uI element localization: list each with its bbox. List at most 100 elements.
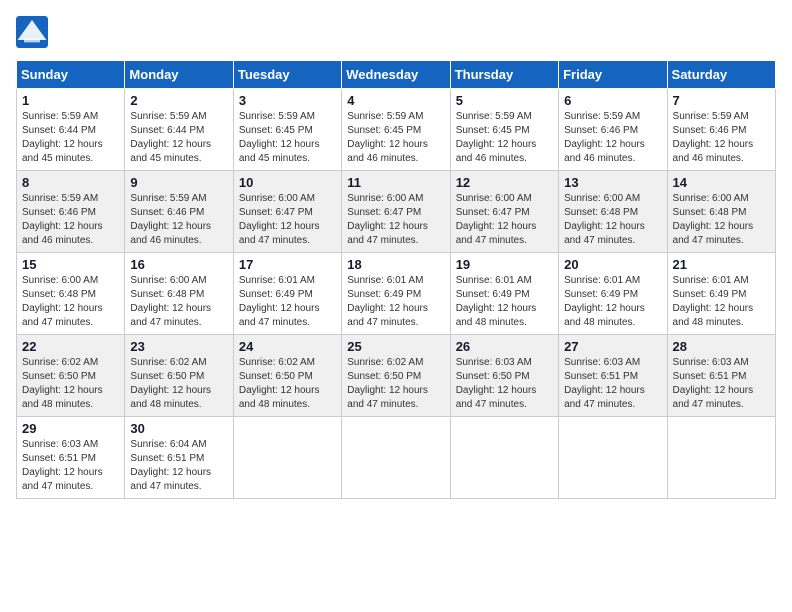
day-number: 17: [239, 257, 336, 272]
day-number: 2: [130, 93, 227, 108]
empty-cell: [450, 417, 558, 499]
day-number: 20: [564, 257, 661, 272]
day-cell-12: 12 Sunrise: 6:00 AMSunset: 6:47 PMDaylig…: [450, 171, 558, 253]
day-info: Sunrise: 5:59 AMSunset: 6:44 PMDaylight:…: [130, 111, 211, 164]
calendar: Sunday Monday Tuesday Wednesday Thursday…: [16, 60, 776, 499]
week-row-2: 8 Sunrise: 5:59 AMSunset: 6:46 PMDayligh…: [17, 171, 776, 253]
col-wednesday: Wednesday: [342, 61, 450, 89]
day-cell-2: 2 Sunrise: 5:59 AMSunset: 6:44 PMDayligh…: [125, 89, 233, 171]
day-info: Sunrise: 5:59 AMSunset: 6:44 PMDaylight:…: [22, 111, 103, 164]
day-cell-22: 22 Sunrise: 6:02 AMSunset: 6:50 PMDaylig…: [17, 335, 125, 417]
empty-cell: [342, 417, 450, 499]
day-info: Sunrise: 5:59 AMSunset: 6:46 PMDaylight:…: [564, 111, 645, 164]
day-info: Sunrise: 6:00 AMSunset: 6:48 PMDaylight:…: [130, 275, 211, 328]
day-info: Sunrise: 5:59 AMSunset: 6:45 PMDaylight:…: [239, 111, 320, 164]
day-cell-23: 23 Sunrise: 6:02 AMSunset: 6:50 PMDaylig…: [125, 335, 233, 417]
day-cell-14: 14 Sunrise: 6:00 AMSunset: 6:48 PMDaylig…: [667, 171, 775, 253]
week-row-5: 29 Sunrise: 6:03 AMSunset: 6:51 PMDaylig…: [17, 417, 776, 499]
day-number: 28: [673, 339, 770, 354]
day-cell-25: 25 Sunrise: 6:02 AMSunset: 6:50 PMDaylig…: [342, 335, 450, 417]
day-info: Sunrise: 5:59 AMSunset: 6:45 PMDaylight:…: [347, 111, 428, 164]
day-info: Sunrise: 6:01 AMSunset: 6:49 PMDaylight:…: [673, 275, 754, 328]
day-number: 24: [239, 339, 336, 354]
empty-cell: [559, 417, 667, 499]
day-info: Sunrise: 6:00 AMSunset: 6:48 PMDaylight:…: [673, 193, 754, 246]
header-row: Sunday Monday Tuesday Wednesday Thursday…: [17, 61, 776, 89]
day-info: Sunrise: 6:04 AMSunset: 6:51 PMDaylight:…: [130, 439, 211, 492]
day-number: 10: [239, 175, 336, 190]
day-number: 7: [673, 93, 770, 108]
week-row-3: 15 Sunrise: 6:00 AMSunset: 6:48 PMDaylig…: [17, 253, 776, 335]
day-number: 16: [130, 257, 227, 272]
day-number: 12: [456, 175, 553, 190]
day-number: 5: [456, 93, 553, 108]
day-cell-5: 5 Sunrise: 5:59 AMSunset: 6:45 PMDayligh…: [450, 89, 558, 171]
day-cell-27: 27 Sunrise: 6:03 AMSunset: 6:51 PMDaylig…: [559, 335, 667, 417]
day-info: Sunrise: 6:01 AMSunset: 6:49 PMDaylight:…: [456, 275, 537, 328]
day-cell-19: 19 Sunrise: 6:01 AMSunset: 6:49 PMDaylig…: [450, 253, 558, 335]
day-cell-9: 9 Sunrise: 5:59 AMSunset: 6:46 PMDayligh…: [125, 171, 233, 253]
day-cell-11: 11 Sunrise: 6:00 AMSunset: 6:47 PMDaylig…: [342, 171, 450, 253]
day-info: Sunrise: 6:03 AMSunset: 6:51 PMDaylight:…: [564, 357, 645, 410]
logo-icon: [16, 16, 48, 48]
day-cell-28: 28 Sunrise: 6:03 AMSunset: 6:51 PMDaylig…: [667, 335, 775, 417]
day-cell-1: 1 Sunrise: 5:59 AMSunset: 6:44 PMDayligh…: [17, 89, 125, 171]
day-cell-4: 4 Sunrise: 5:59 AMSunset: 6:45 PMDayligh…: [342, 89, 450, 171]
day-number: 15: [22, 257, 119, 272]
day-number: 4: [347, 93, 444, 108]
day-info: Sunrise: 6:03 AMSunset: 6:51 PMDaylight:…: [22, 439, 103, 492]
day-cell-8: 8 Sunrise: 5:59 AMSunset: 6:46 PMDayligh…: [17, 171, 125, 253]
day-number: 27: [564, 339, 661, 354]
day-info: Sunrise: 5:59 AMSunset: 6:46 PMDaylight:…: [130, 193, 211, 246]
day-number: 1: [22, 93, 119, 108]
day-info: Sunrise: 6:01 AMSunset: 6:49 PMDaylight:…: [347, 275, 428, 328]
day-info: Sunrise: 6:02 AMSunset: 6:50 PMDaylight:…: [347, 357, 428, 410]
day-number: 22: [22, 339, 119, 354]
day-info: Sunrise: 6:03 AMSunset: 6:51 PMDaylight:…: [673, 357, 754, 410]
day-number: 14: [673, 175, 770, 190]
logo: [16, 16, 52, 48]
day-cell-21: 21 Sunrise: 6:01 AMSunset: 6:49 PMDaylig…: [667, 253, 775, 335]
day-number: 11: [347, 175, 444, 190]
week-row-1: 1 Sunrise: 5:59 AMSunset: 6:44 PMDayligh…: [17, 89, 776, 171]
day-number: 29: [22, 421, 119, 436]
day-info: Sunrise: 6:03 AMSunset: 6:50 PMDaylight:…: [456, 357, 537, 410]
col-tuesday: Tuesday: [233, 61, 341, 89]
empty-cell: [667, 417, 775, 499]
day-number: 9: [130, 175, 227, 190]
day-info: Sunrise: 6:00 AMSunset: 6:47 PMDaylight:…: [456, 193, 537, 246]
day-number: 8: [22, 175, 119, 190]
day-info: Sunrise: 6:00 AMSunset: 6:47 PMDaylight:…: [239, 193, 320, 246]
day-number: 26: [456, 339, 553, 354]
day-cell-7: 7 Sunrise: 5:59 AMSunset: 6:46 PMDayligh…: [667, 89, 775, 171]
day-cell-3: 3 Sunrise: 5:59 AMSunset: 6:45 PMDayligh…: [233, 89, 341, 171]
day-cell-13: 13 Sunrise: 6:00 AMSunset: 6:48 PMDaylig…: [559, 171, 667, 253]
day-cell-18: 18 Sunrise: 6:01 AMSunset: 6:49 PMDaylig…: [342, 253, 450, 335]
day-number: 19: [456, 257, 553, 272]
col-friday: Friday: [559, 61, 667, 89]
day-info: Sunrise: 5:59 AMSunset: 6:45 PMDaylight:…: [456, 111, 537, 164]
day-cell-24: 24 Sunrise: 6:02 AMSunset: 6:50 PMDaylig…: [233, 335, 341, 417]
day-info: Sunrise: 6:00 AMSunset: 6:48 PMDaylight:…: [564, 193, 645, 246]
header: [16, 16, 776, 48]
day-info: Sunrise: 6:02 AMSunset: 6:50 PMDaylight:…: [22, 357, 103, 410]
day-cell-20: 20 Sunrise: 6:01 AMSunset: 6:49 PMDaylig…: [559, 253, 667, 335]
calendar-body: 1 Sunrise: 5:59 AMSunset: 6:44 PMDayligh…: [17, 89, 776, 499]
day-info: Sunrise: 6:02 AMSunset: 6:50 PMDaylight:…: [239, 357, 320, 410]
day-number: 25: [347, 339, 444, 354]
day-cell-30: 30 Sunrise: 6:04 AMSunset: 6:51 PMDaylig…: [125, 417, 233, 499]
day-cell-26: 26 Sunrise: 6:03 AMSunset: 6:50 PMDaylig…: [450, 335, 558, 417]
empty-cell: [233, 417, 341, 499]
week-row-4: 22 Sunrise: 6:02 AMSunset: 6:50 PMDaylig…: [17, 335, 776, 417]
day-info: Sunrise: 5:59 AMSunset: 6:46 PMDaylight:…: [673, 111, 754, 164]
day-info: Sunrise: 6:00 AMSunset: 6:48 PMDaylight:…: [22, 275, 103, 328]
day-number: 30: [130, 421, 227, 436]
day-cell-15: 15 Sunrise: 6:00 AMSunset: 6:48 PMDaylig…: [17, 253, 125, 335]
day-number: 3: [239, 93, 336, 108]
day-cell-16: 16 Sunrise: 6:00 AMSunset: 6:48 PMDaylig…: [125, 253, 233, 335]
col-sunday: Sunday: [17, 61, 125, 89]
day-info: Sunrise: 6:01 AMSunset: 6:49 PMDaylight:…: [239, 275, 320, 328]
day-info: Sunrise: 6:02 AMSunset: 6:50 PMDaylight:…: [130, 357, 211, 410]
day-cell-10: 10 Sunrise: 6:00 AMSunset: 6:47 PMDaylig…: [233, 171, 341, 253]
day-number: 23: [130, 339, 227, 354]
